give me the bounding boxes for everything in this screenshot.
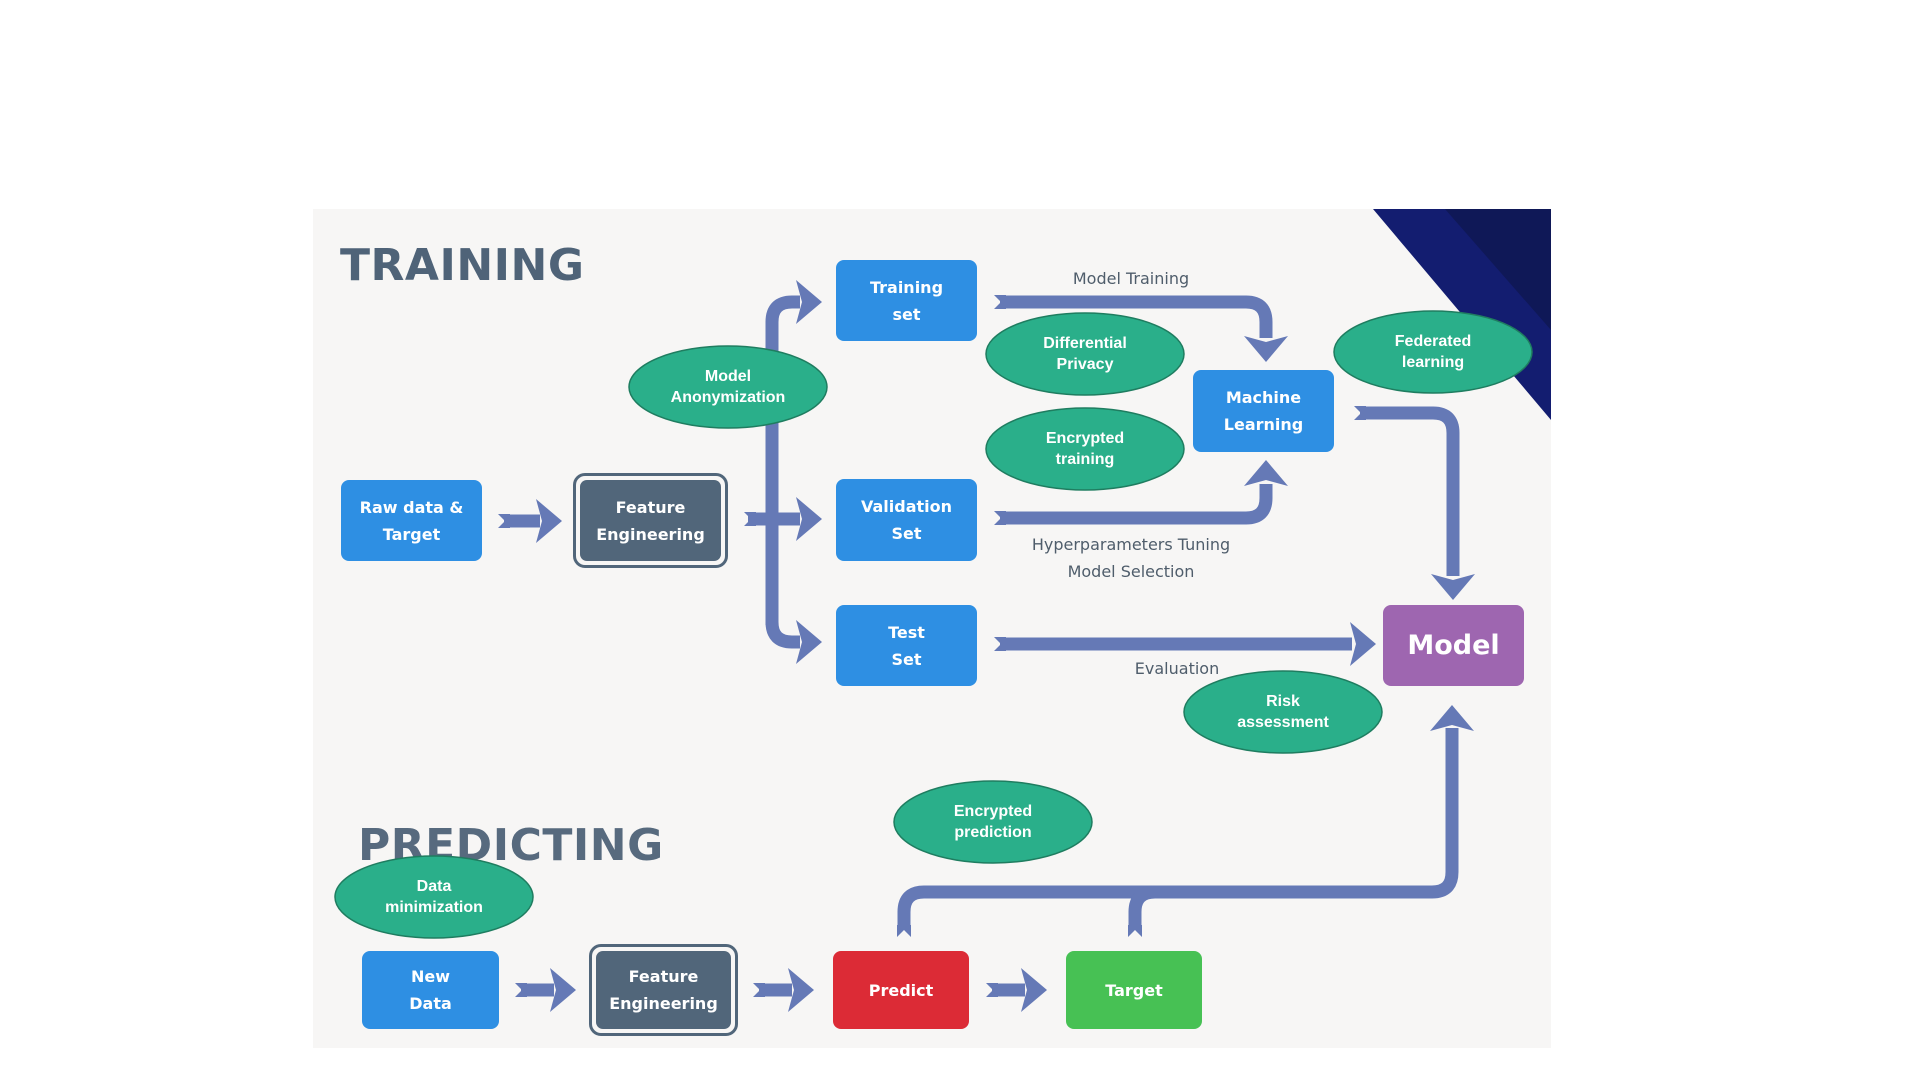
- data-minimization-label: Data minimization: [335, 856, 533, 938]
- validation-set-box[interactable]: Validation Set: [836, 479, 977, 561]
- arrow-feedback-to-model-head: [1430, 705, 1474, 731]
- encrypted-training-label: Encrypted training: [986, 408, 1184, 490]
- arrow-test-to-model-head: [1350, 622, 1376, 666]
- encrypted-prediction-label-line1: Encrypted: [953, 803, 1033, 820]
- arrow-ml-to-model-head: [1431, 574, 1475, 600]
- model-anonymization-label-line1: Model: [704, 368, 752, 385]
- predict-feature-engineering-box[interactable]: Feature Engineering: [596, 951, 731, 1029]
- differential-privacy-label-line2: Privacy: [1056, 356, 1114, 373]
- hyperparameters-tuning-label: Hyperparameters Tuning: [1031, 535, 1231, 554]
- new-data-box[interactable]: New Data: [362, 951, 499, 1029]
- test-set-box[interactable]: Test Set: [836, 605, 977, 686]
- training-set-label-line2: set: [892, 304, 921, 324]
- encrypted-training-label-line1: Encrypted: [1045, 430, 1125, 447]
- machine-learning-label-line2: Learning: [1223, 415, 1304, 434]
- raw-data-label-line2: Target: [382, 524, 441, 544]
- validation-set-label-line2: Set: [891, 524, 922, 543]
- predict-label: Predict: [868, 980, 934, 1000]
- machine-learning-box[interactable]: Machine Learning: [1193, 370, 1334, 452]
- federated-learning-label-line1: Federated: [1394, 333, 1472, 350]
- arrow-ml-to-model: [1360, 406, 1460, 576]
- arrow-training-to-ml-head: [1244, 336, 1288, 362]
- arrow-tail: [1128, 925, 1142, 937]
- machine-learning-label-line1: Machine: [1225, 388, 1302, 407]
- feature-engineering-label-line1: Feature: [615, 497, 686, 517]
- data-minimization-label-line1: Data: [416, 878, 452, 895]
- training-title: TRAINING: [340, 240, 585, 291]
- data-minimization-label-line2: minimization: [385, 899, 483, 916]
- federated-learning-label: Federated learning: [1334, 311, 1532, 393]
- new-data-label-line2: Data: [409, 994, 452, 1013]
- predict-feature-engineering-label-line1: Feature: [628, 967, 699, 986]
- feature-engineering-box[interactable]: Feature Engineering: [580, 480, 721, 561]
- arrow-tail: [897, 925, 911, 937]
- model-label: Model: [1407, 630, 1500, 661]
- encrypted-prediction-label: Encrypted prediction: [894, 781, 1092, 863]
- arrow-target-feedback: [1128, 885, 1156, 930]
- risk-assessment-label-line2: assessment: [1237, 714, 1329, 731]
- encrypted-prediction-label-line2: prediction: [954, 824, 1032, 841]
- differential-privacy-label: Differential Privacy: [986, 313, 1184, 395]
- target-label: Target: [1105, 980, 1163, 1000]
- feature-engineering-label-line2: Engineering: [596, 524, 705, 544]
- model-anonymization-label: Model Anonymization: [629, 346, 827, 428]
- federated-learning-label-line2: learning: [1401, 354, 1465, 371]
- model-selection-label: Model Selection: [1067, 562, 1195, 581]
- new-data-label-line1: New: [410, 967, 451, 986]
- predict-feature-engineering-label-line2: Engineering: [609, 994, 718, 1013]
- differential-privacy-label-line1: Differential: [1043, 335, 1127, 352]
- model-box[interactable]: Model: [1383, 605, 1524, 686]
- training-set-box[interactable]: Training set: [836, 260, 977, 341]
- risk-assessment-label-line1: Risk: [1266, 693, 1300, 710]
- model-anonymization-label-line2: Anonymization: [670, 389, 786, 406]
- model-training-label: Model Training: [1072, 269, 1190, 288]
- risk-assessment-label: Risk assessment: [1184, 671, 1382, 753]
- encrypted-training-label-line2: training: [1055, 451, 1115, 468]
- validation-set-label-line1: Validation: [860, 497, 953, 516]
- training-set-label-line1: Training: [869, 277, 944, 297]
- target-box[interactable]: Target: [1066, 951, 1202, 1029]
- raw-data-target-box[interactable]: Raw data & Target: [341, 480, 482, 561]
- raw-data-label-line1: Raw data &: [359, 497, 464, 517]
- test-set-label-line1: Test: [888, 622, 925, 642]
- test-set-label-line2: Set: [891, 649, 922, 669]
- predict-box[interactable]: Predict: [833, 951, 969, 1029]
- arrow-validation-to-ml-head: [1244, 460, 1288, 486]
